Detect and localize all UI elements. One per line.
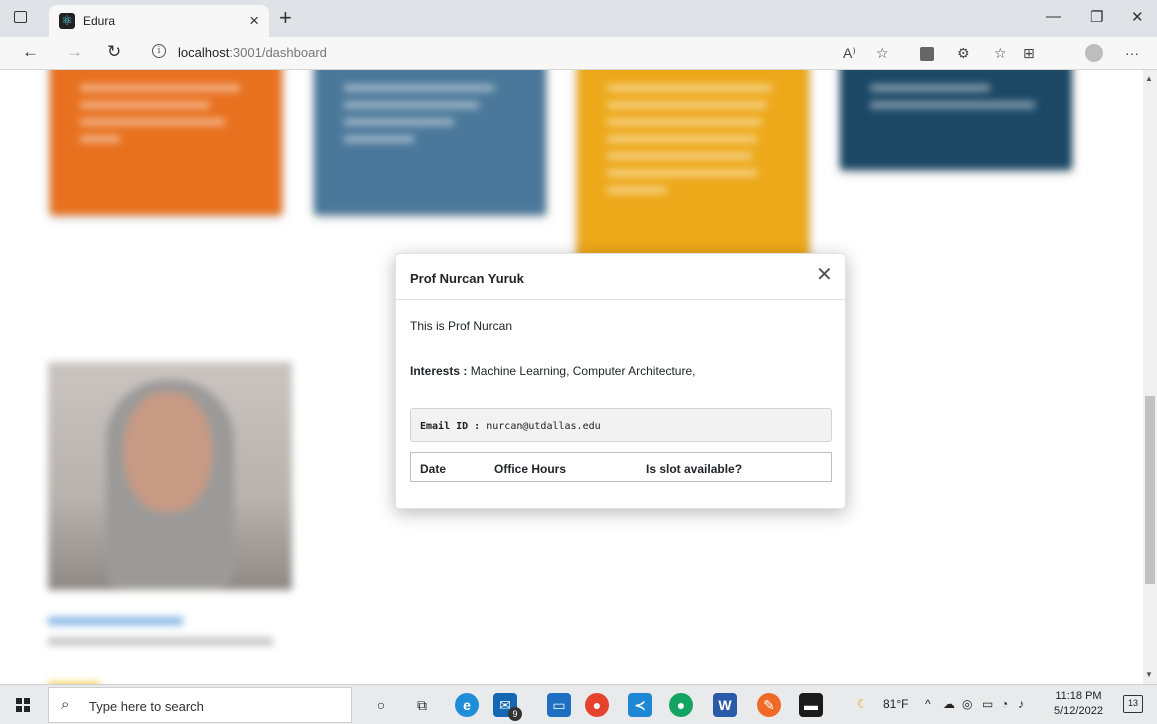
interests-label: Interests : bbox=[410, 364, 468, 378]
clock-date: 5/12/2022 bbox=[1054, 705, 1103, 717]
new-tab-button[interactable]: + bbox=[279, 5, 292, 31]
cloud-icon[interactable]: ☁ bbox=[943, 697, 955, 711]
forward-arrow-icon[interactable]: → bbox=[66, 42, 83, 62]
page-scrollbar[interactable]: ▲ ▼ bbox=[1143, 70, 1157, 684]
modal-interests: Interests : Machine Learning, Computer A… bbox=[410, 364, 696, 378]
tab-title: Edura bbox=[83, 14, 116, 28]
meet-icon[interactable]: ◎ bbox=[962, 697, 972, 711]
extension-z-icon[interactable] bbox=[920, 47, 934, 61]
ellipsis-icon[interactable]: ··· bbox=[1125, 45, 1139, 61]
course-card-navy bbox=[840, 70, 1072, 170]
browser-tab[interactable]: ⚛ Edura × bbox=[49, 5, 269, 37]
course-card-yellow bbox=[577, 70, 809, 275]
weather-temp[interactable]: 81°F bbox=[883, 697, 908, 711]
browser-window: ⚛ Edura × + — ❐ ✕ ← → ↻ i localhost:3001… bbox=[0, 0, 1157, 724]
modal-title: Prof Nurcan Yuruk bbox=[410, 271, 524, 286]
wifi-icon[interactable]: ◔ bbox=[1001, 697, 1008, 711]
profile-avatar[interactable] bbox=[1085, 44, 1103, 62]
th-date: Date bbox=[420, 462, 447, 476]
back-arrow-icon[interactable]: ← bbox=[22, 42, 39, 62]
minimize-icon[interactable]: — bbox=[1046, 8, 1061, 25]
word-icon[interactable]: W bbox=[713, 693, 737, 717]
taskbar-clock[interactable]: 11:18 PM 5/12/2022 bbox=[1054, 689, 1103, 719]
scroll-up-icon[interactable]: ▲ bbox=[1145, 74, 1153, 83]
window-close-icon[interactable]: ✕ bbox=[1131, 8, 1144, 26]
url-path: :3001/dashboard bbox=[229, 45, 327, 60]
email-line: Email ID : nurcan@utdallas.edu bbox=[420, 421, 601, 432]
file-explorer-icon[interactable]: ▭ bbox=[547, 693, 571, 717]
professor-modal: Prof Nurcan Yuruk ✕ This is Prof Nurcan … bbox=[395, 253, 846, 509]
office-hours-table: Date Office Hours Is slot available? bbox=[410, 452, 832, 482]
professor-subtitle bbox=[48, 638, 273, 645]
cortana-icon[interactable]: ○ bbox=[369, 693, 393, 717]
tab-actions-icon[interactable] bbox=[14, 11, 27, 23]
course-card-slate bbox=[314, 70, 546, 215]
scroll-down-icon[interactable]: ▼ bbox=[1145, 670, 1153, 679]
url-host: localhost bbox=[178, 45, 230, 60]
collections-icon[interactable]: ⊞ bbox=[1023, 45, 1035, 62]
edge-icon[interactable]: e bbox=[455, 693, 479, 717]
react-icon: ⚛ bbox=[59, 13, 75, 29]
close-icon[interactable]: ✕ bbox=[816, 265, 833, 285]
terminal-icon[interactable]: ▬ bbox=[799, 693, 823, 717]
windows-taskbar: ⌕ Type here to search ○ ⧉ e ✉ 9 ▭ ● ≺ ● … bbox=[0, 684, 1157, 724]
moon-weather-icon: ☾ bbox=[857, 697, 868, 711]
modal-header: Prof Nurcan Yuruk ✕ bbox=[396, 254, 845, 300]
address-toolbar: ← → ↻ i localhost:3001/dashboard A⁾ ☆ ⚙ … bbox=[0, 37, 1157, 70]
email-label: Email ID : bbox=[420, 421, 481, 432]
email-box: Email ID : nurcan@utdallas.edu bbox=[410, 408, 832, 442]
restore-icon[interactable]: ❐ bbox=[1090, 8, 1103, 26]
chevron-up-icon[interactable]: ^ bbox=[925, 697, 931, 711]
app-green-icon[interactable]: ● bbox=[669, 693, 693, 717]
th-slot-available: Is slot available? bbox=[646, 462, 743, 476]
vscode-icon[interactable]: ≺ bbox=[628, 693, 652, 717]
professor-photo bbox=[48, 362, 292, 590]
search-icon: ⌕ bbox=[61, 696, 70, 713]
modal-description: This is Prof Nurcan bbox=[410, 319, 513, 333]
battery-icon[interactable]: ▭ bbox=[982, 697, 993, 711]
postman-icon[interactable]: ✎ bbox=[757, 693, 781, 717]
professor-name-link bbox=[48, 617, 183, 625]
url-field[interactable]: localhost:3001/dashboard bbox=[178, 45, 327, 60]
scroll-thumb[interactable] bbox=[1145, 396, 1155, 584]
info-icon[interactable]: i bbox=[152, 44, 166, 58]
refresh-icon[interactable]: ↻ bbox=[107, 42, 121, 62]
course-card-orange bbox=[50, 70, 282, 215]
chrome-icon[interactable]: ● bbox=[585, 693, 609, 717]
volume-icon[interactable]: ♪ bbox=[1018, 697, 1024, 711]
tab-close-icon[interactable]: × bbox=[249, 11, 259, 31]
interests-value: Machine Learning, Computer Architecture, bbox=[470, 364, 696, 378]
extension-icon[interactable]: ⚙ bbox=[957, 45, 970, 62]
star-add-icon[interactable]: ☆ bbox=[876, 45, 889, 62]
favorites-icon[interactable]: ☆ bbox=[994, 45, 1007, 62]
th-office-hours: Office Hours bbox=[494, 462, 567, 476]
tab-bar: ⚛ Edura × + — ❐ ✕ bbox=[0, 0, 1157, 37]
search-placeholder: Type here to search bbox=[89, 699, 204, 714]
notification-icon[interactable]: 13 bbox=[1123, 695, 1143, 713]
mail-badge: 9 bbox=[508, 707, 522, 721]
task-view-icon[interactable]: ⧉ bbox=[410, 693, 434, 717]
taskbar-search[interactable]: ⌕ Type here to search bbox=[48, 687, 352, 723]
read-aloud-icon[interactable]: A⁾ bbox=[843, 45, 856, 62]
windows-start-icon[interactable] bbox=[16, 698, 30, 712]
email-value: nurcan@utdallas.edu bbox=[486, 421, 601, 432]
clock-time: 11:18 PM bbox=[1055, 690, 1102, 702]
